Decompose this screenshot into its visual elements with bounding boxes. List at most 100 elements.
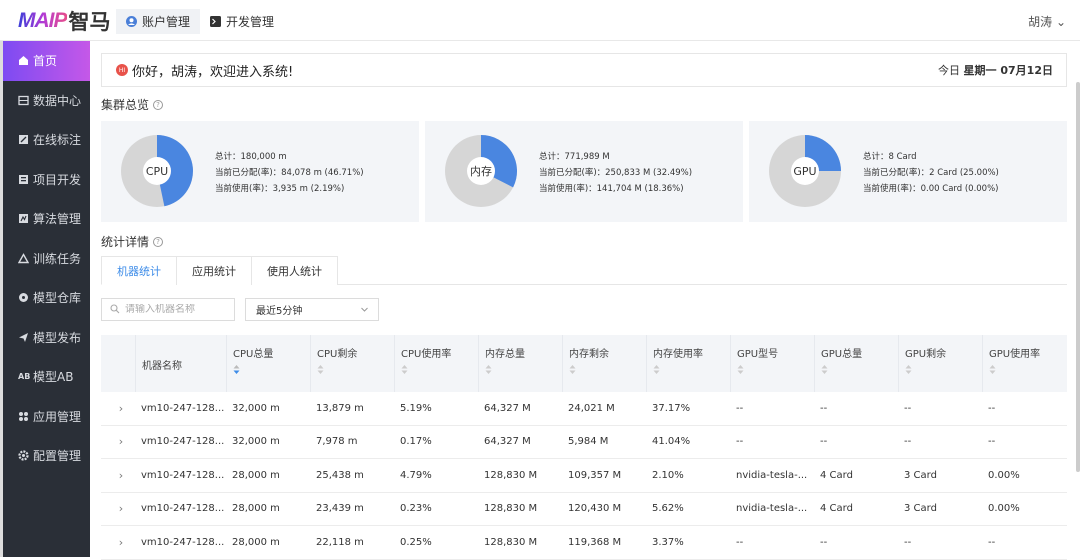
- table-cell: --: [736, 402, 744, 414]
- expand-row-icon[interactable]: ›: [101, 536, 135, 549]
- header-label: 内存剩余: [569, 349, 609, 360]
- sidebar-item-model-publish[interactable]: 模型发布: [3, 318, 90, 358]
- sidebar-item-app-management[interactable]: 应用管理: [3, 397, 90, 437]
- time-range-select[interactable]: 最近5分钟: [245, 298, 379, 321]
- page-scrollbar[interactable]: [1076, 82, 1080, 472]
- resource-cards: CPU 总计：180,000 m 当前已分配(率)：84,078 m (46.7…: [101, 121, 1067, 222]
- card-allocated: 当前已分配(率)：2 Card (25.00%): [863, 168, 999, 178]
- sidebar-item-data-center[interactable]: 数据中心: [3, 81, 90, 121]
- stats-details-title: 统计详情 ?: [101, 233, 164, 250]
- header-gpu-total[interactable]: GPU总量: [814, 335, 898, 392]
- table-cell: 32,000 m: [232, 402, 280, 414]
- apps-grid-icon: [18, 411, 29, 422]
- sort-icon[interactable]: [485, 365, 492, 377]
- header-mem-remaining[interactable]: 内存剩余: [562, 335, 646, 392]
- sidebar-item-model-ab[interactable]: AB 模型AB: [3, 357, 90, 397]
- card-total: 总计：8 Card: [863, 152, 917, 162]
- table-cell: --: [904, 536, 912, 548]
- logo-brand: MAIP: [18, 9, 67, 32]
- table-cell: nvidia-tesla-...: [736, 469, 808, 481]
- sidebar-item-config[interactable]: 配置管理: [3, 436, 90, 476]
- table-cell: 28,000 m: [232, 536, 280, 548]
- table-cell: --: [820, 436, 828, 448]
- help-icon[interactable]: ?: [153, 99, 164, 110]
- table-cell: 41.04%: [652, 436, 691, 448]
- header-gpu-model[interactable]: GPU型号: [730, 335, 814, 392]
- search-input[interactable]: [125, 304, 235, 315]
- sidebar-item-training[interactable]: 训练任务: [3, 239, 90, 279]
- logo[interactable]: MAIP 智马: [18, 8, 111, 34]
- table-cell: 0.23%: [400, 503, 432, 515]
- header-mem-total[interactable]: 内存总量: [478, 335, 562, 392]
- table-cell: 4.79%: [400, 469, 432, 481]
- today-date: 今日 星期一 07月12日: [938, 62, 1053, 78]
- expand-row-icon[interactable]: ›: [101, 435, 135, 448]
- top-bar: MAIP 智马 账户管理 开发管理 胡涛 ⌄: [0, 0, 1080, 41]
- sidebar-item-project-dev[interactable]: 项目开发: [3, 160, 90, 200]
- sidebar-item-home[interactable]: 首页: [3, 41, 90, 81]
- header-label: 内存总量: [485, 349, 525, 360]
- tab-user-stats[interactable]: 使用人统计: [251, 256, 338, 285]
- table-cell: --: [988, 436, 996, 448]
- top-tab-label: 账户管理: [142, 15, 191, 29]
- card-allocated: 当前已分配(率)：250,833 M (32.49%): [539, 168, 693, 178]
- sort-icon[interactable]: [233, 365, 240, 377]
- header-label: GPU剩余: [905, 349, 947, 360]
- table-cell: 3.37%: [652, 536, 684, 548]
- sort-icon[interactable]: [569, 365, 576, 377]
- terminal-icon: [210, 16, 222, 27]
- table-header: 机器名称 CPU总量 CPU剩余 CPU使用率 内存总量 内存剩余 内存使用率 …: [101, 335, 1067, 392]
- table-cell: vm10-247-128...: [141, 469, 225, 481]
- edit-square-icon: [18, 134, 29, 145]
- select-value: 最近5分钟: [256, 306, 303, 317]
- header-mem-usage[interactable]: 内存使用率: [646, 335, 730, 392]
- user-menu[interactable]: 胡涛 ⌄: [1028, 13, 1066, 30]
- resource-card-memory: 内存 总计：771,989 M 当前已分配(率)：250,833 M (32.4…: [425, 121, 743, 222]
- card-info: 总计：8 Card 当前已分配(率)：2 Card (25.00%) 当前使用(…: [863, 149, 999, 197]
- table-row[interactable]: › vm10-247-128... 28,000 m 25,438 m 4.79% 128…: [101, 459, 1067, 493]
- table-cell: 22,118 m: [316, 536, 364, 548]
- header-gpu-remaining[interactable]: GPU剩余: [898, 335, 982, 392]
- header-cpu-total[interactable]: CPU总量: [226, 335, 310, 392]
- tab-dev-management[interactable]: 开发管理: [200, 9, 284, 34]
- expand-row-icon[interactable]: ›: [101, 469, 135, 482]
- sort-icon[interactable]: [989, 365, 996, 377]
- sidebar-item-algorithm[interactable]: 算法管理: [3, 199, 90, 239]
- sort-icon[interactable]: [401, 365, 408, 377]
- table-row[interactable]: › vm10-247-128... 28,000 m 22,118 m 0.25% 128…: [101, 526, 1067, 560]
- header-cpu-remaining[interactable]: CPU剩余: [310, 335, 394, 392]
- main-content: HI 你好，胡涛，欢迎进入系统! 今日 星期一 07月12日 集群总览 ? CP…: [90, 41, 1080, 560]
- tab-app-stats[interactable]: 应用统计: [176, 256, 252, 285]
- header-cpu-usage[interactable]: CPU使用率: [394, 335, 478, 392]
- table-row[interactable]: › vm10-247-128... 32,000 m 7,978 m 0.17% 64,3…: [101, 426, 1067, 459]
- sidebar-item-label: 模型发布: [33, 330, 82, 345]
- project-icon: [18, 174, 29, 185]
- table-cell: --: [904, 436, 912, 448]
- table-cell: 7,978 m: [316, 436, 358, 448]
- sort-icon[interactable]: [737, 365, 744, 377]
- expand-row-icon[interactable]: ›: [101, 402, 135, 415]
- sort-icon[interactable]: [653, 365, 660, 377]
- sort-icon[interactable]: [317, 365, 324, 377]
- welcome-banner: HI 你好，胡涛，欢迎进入系统! 今日 星期一 07月12日: [101, 53, 1067, 87]
- help-icon[interactable]: ?: [153, 236, 164, 247]
- table-row[interactable]: › vm10-247-128... 32,000 m 13,879 m 5.19% 64,…: [101, 392, 1067, 426]
- tab-account-management[interactable]: 账户管理: [116, 9, 201, 34]
- tab-machine-stats[interactable]: 机器统计: [101, 256, 177, 285]
- stats-tabs: 机器统计 应用统计 使用人统计: [101, 256, 1067, 285]
- hi-badge-icon: HI: [116, 64, 128, 76]
- sidebar-item-label: 配置管理: [33, 449, 82, 464]
- table-cell: 0.00%: [988, 503, 1020, 515]
- sort-icon[interactable]: [905, 365, 912, 377]
- welcome-greeting: 你好，胡涛，欢迎进入系统!: [132, 64, 294, 80]
- table-row[interactable]: › vm10-247-128... 28,000 m 23,439 m 0.23% 128…: [101, 493, 1067, 526]
- expand-row-icon[interactable]: ›: [101, 502, 135, 515]
- sort-icon[interactable]: [821, 365, 828, 377]
- sidebar-item-model-repo[interactable]: 模型仓库: [3, 278, 90, 318]
- table-cell: 128,830 M: [484, 536, 538, 548]
- table-cell: 32,000 m: [232, 436, 280, 448]
- header-gpu-usage[interactable]: GPU使用率: [982, 335, 1066, 392]
- table-cell: 37.17%: [652, 402, 691, 414]
- table-cell: 13,879 m: [316, 402, 364, 414]
- sidebar-item-annotation[interactable]: 在线标注: [3, 120, 90, 160]
